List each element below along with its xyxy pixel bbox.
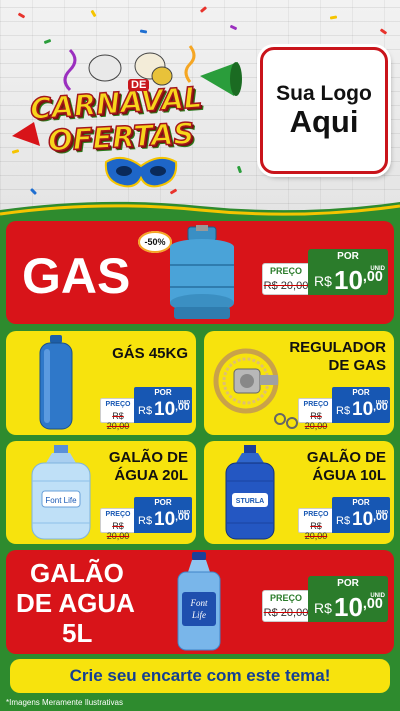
product-title-line1: GALÃO — [30, 558, 124, 588]
price-tag: POR PREÇO R$ 20,00 R$ 10,00 UNID — [100, 497, 192, 541]
preco-label: PREÇO — [105, 401, 131, 408]
tall-cylinder-icon — [39, 335, 73, 430]
preco-label: PREÇO — [269, 266, 302, 276]
preco-box: PREÇO R$ 20,00 — [100, 508, 136, 541]
price-tag: POR PREÇO R$ 20,00 R$ 10,00 UNID — [262, 249, 388, 295]
bottle-label-text: STURLA — [236, 498, 264, 505]
water-jug-10l-icon: STURLA — [225, 445, 275, 540]
price-integer: 10 — [334, 265, 363, 295]
preco-box: PREÇO R$ 20,00 — [262, 590, 310, 622]
disclaimer-text: *Imagens Meramente Ilustrativas — [6, 698, 123, 707]
price-integer: 10 — [352, 509, 374, 530]
unit-label: UNID — [370, 593, 385, 599]
price-tag: POR PREÇO R$ 20,00 R$ 10,00 UNID — [100, 387, 192, 431]
currency-symbol: R$ — [336, 515, 351, 527]
confetti-decoration — [29, 187, 38, 196]
product-card-gas-45kg[interactable]: GÁS 45KG POR PREÇO R$ 20,00 R$ 10,00 UNI… — [6, 331, 196, 435]
bottle-label-text: Life — [191, 610, 206, 620]
preco-label: PREÇO — [303, 511, 329, 518]
old-price: R$ 20,00 — [106, 521, 130, 541]
currency-symbol: R$ — [314, 273, 332, 289]
confetti-decoration — [229, 24, 238, 31]
header-wave-divider — [0, 201, 400, 224]
new-price-box: R$ 10,00 UNID — [308, 263, 388, 295]
price-tag: POR PREÇO R$ 20,00 R$ 10,00 UNID — [262, 576, 388, 622]
product-title-line1: GALÃO DE — [306, 449, 386, 466]
product-title-line3: 5L — [62, 618, 93, 648]
store-logo-line1: Sua Logo — [276, 82, 372, 106]
product-title-line1: GALÃO DE — [108, 449, 188, 466]
preco-label: PREÇO — [269, 593, 302, 603]
preco-box: PREÇO R$ 20,00 — [100, 398, 136, 431]
product-card-gas[interactable]: GAS -50% POR PREÇO R$ 20,00 R$ 10,00 UNI… — [6, 221, 394, 324]
carnival-logo: CARNAVAL DE OFERTAS — [10, 36, 242, 188]
new-price-box: R$ 10,00 UNID — [134, 398, 192, 423]
product-title-line2: ÁGUA 10L — [312, 467, 386, 484]
old-price: R$ 20,00 — [304, 411, 328, 431]
water-jug-20l-icon: Font Life — [31, 445, 91, 540]
new-price-box: R$ 10,00 UNID — [134, 508, 192, 533]
confetti-decoration — [139, 29, 148, 34]
product-card-regulador[interactable]: REGULADOR DE GAS POR PREÇO R$ 20,00 R$ 1… — [204, 331, 394, 435]
product-card-galao-10l[interactable]: STURLA GALÃO DE ÁGUA 10L POR PREÇO R$ 20… — [204, 441, 394, 544]
water-bottle-5l-icon: Font Life — [177, 552, 221, 651]
unit-label: UNID — [177, 510, 190, 516]
confetti-decoration — [17, 12, 26, 19]
price-integer: 10 — [154, 399, 176, 420]
preco-box: PREÇO R$ 20,00 — [298, 508, 334, 541]
unit-label: UNID — [177, 400, 190, 406]
old-price: R$ 20,00 — [263, 607, 309, 619]
carnival-mask-icon — [104, 156, 178, 188]
preco-box: PREÇO R$ 20,00 — [298, 398, 334, 431]
store-logo-placeholder[interactable]: Sua Logo Aqui — [260, 47, 388, 174]
bottle-label-text: Font Life — [45, 496, 77, 505]
confetti-decoration — [199, 6, 208, 13]
currency-symbol: R$ — [336, 405, 351, 417]
product-card-galao-20l[interactable]: Font Life GALÃO DE ÁGUA 20L POR PREÇO R$… — [6, 441, 196, 544]
product-title-gas: GAS — [22, 248, 131, 304]
confetti-decoration — [90, 9, 97, 18]
preco-box: PREÇO R$ 20,00 — [262, 263, 310, 295]
new-price-box: R$ 10,00 UNID — [308, 590, 388, 622]
new-price-box: R$ 10,00 UNID — [332, 398, 390, 423]
old-price: R$ 20,00 — [106, 411, 130, 431]
price-integer: 10 — [154, 509, 176, 530]
new-price-box: R$ 10,00 UNID — [332, 508, 390, 533]
cta-banner[interactable]: Crie seu encarte com este tema! — [10, 659, 390, 693]
unit-label: UNID — [375, 510, 388, 516]
product-card-galao-5l[interactable]: GALÃO DE AGUA 5L Font Life POR PREÇO R$ … — [6, 550, 394, 654]
currency-symbol: R$ — [138, 515, 153, 527]
gas-cylinder-icon — [170, 225, 234, 319]
bottle-label-text: Font — [190, 598, 208, 608]
product-title: GÁS 45KG — [112, 345, 188, 362]
confetti-decoration — [379, 28, 388, 35]
product-title-line2: ÁGUA 20L — [114, 467, 188, 484]
old-price: R$ 20,00 — [304, 521, 328, 541]
unit-label: UNID — [370, 266, 385, 272]
old-price: R$ 20,00 — [263, 280, 309, 292]
product-title-line2: DE GAS — [328, 357, 386, 374]
price-tag: POR PREÇO R$ 20,00 R$ 10,00 UNID — [298, 497, 390, 541]
carnival-title-de: DE — [128, 79, 150, 91]
store-logo-line2: Aqui — [289, 104, 359, 140]
price-integer: 10 — [352, 399, 374, 420]
price-integer: 10 — [334, 592, 363, 622]
gas-regulator-icon — [213, 348, 298, 429]
product-title-line1: REGULADOR — [289, 339, 386, 356]
preco-label: PREÇO — [105, 511, 131, 518]
confetti-decoration — [329, 15, 338, 20]
unit-label: UNID — [375, 400, 388, 406]
header-banner: CARNAVAL DE OFERTAS Sua Logo Aqui — [0, 0, 400, 218]
currency-symbol: R$ — [314, 600, 332, 616]
price-tag: POR PREÇO R$ 20,00 R$ 10,00 UNID — [298, 387, 390, 431]
product-title-line2: DE AGUA — [16, 588, 135, 618]
preco-label: PREÇO — [303, 401, 329, 408]
currency-symbol: R$ — [138, 405, 153, 417]
